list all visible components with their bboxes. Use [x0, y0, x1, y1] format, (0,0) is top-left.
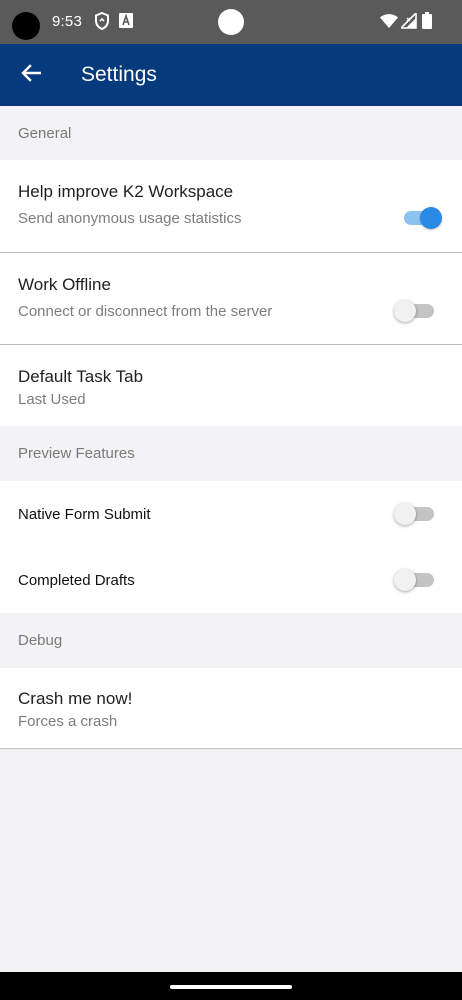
status-time: 9:53	[52, 13, 82, 30]
native-form-submit-toggle[interactable]	[394, 501, 436, 527]
battery-icon	[422, 12, 432, 34]
app-bar: Settings	[0, 44, 462, 106]
settings-list: General Help improve K2 Workspace Send a…	[0, 106, 462, 748]
camera-cutout	[12, 12, 40, 40]
usage-stats-toggle[interactable]	[404, 205, 442, 231]
wifi-icon	[380, 14, 398, 33]
section-header-preview: Preview Features	[0, 426, 462, 481]
setting-default-task-tab[interactable]: Default Task Tab Last Used	[0, 344, 462, 426]
signal-icon	[399, 11, 417, 34]
section-header-general: General	[0, 106, 462, 160]
setting-subtitle: Forces a crash	[18, 713, 118, 730]
page-title: Settings	[81, 63, 157, 86]
setting-title: Help improve K2 Workspace	[18, 182, 234, 201]
setting-title: Native Form Submit	[18, 506, 151, 523]
shield-icon	[94, 11, 110, 35]
setting-work-offline[interactable]: Work Offline Connect or disconnect from …	[0, 252, 462, 344]
setting-help-improve[interactable]: Help improve K2 Workspace Send anonymous…	[0, 160, 462, 252]
general-group: Help improve K2 Workspace Send anonymous…	[0, 160, 462, 426]
setting-value: Last Used	[18, 391, 86, 408]
navigation-bar	[0, 972, 462, 1000]
back-button[interactable]	[12, 56, 50, 94]
setting-native-form-submit[interactable]: Native Form Submit	[0, 481, 462, 547]
notification-dot	[218, 9, 244, 35]
completed-drafts-toggle[interactable]	[394, 567, 436, 593]
setting-subtitle: Send anonymous usage statistics	[18, 210, 242, 227]
setting-title: Crash me now!	[18, 689, 133, 708]
status-bar: 9:53	[0, 0, 462, 44]
debug-group: Crash me now! Forces a crash	[0, 668, 462, 748]
home-gesture-handle[interactable]	[170, 985, 292, 989]
setting-crash[interactable]: Crash me now! Forces a crash	[0, 668, 462, 748]
setting-title: Work Offline	[18, 275, 111, 294]
a-box-icon	[119, 13, 133, 33]
work-offline-toggle[interactable]	[394, 298, 436, 324]
preview-group: Native Form Submit Completed Drafts	[0, 481, 462, 613]
arrow-back-icon	[21, 63, 42, 87]
setting-title: Default Task Tab	[18, 367, 144, 386]
setting-subtitle: Connect or disconnect from the server	[18, 303, 273, 320]
setting-completed-drafts[interactable]: Completed Drafts	[0, 547, 462, 613]
setting-title: Completed Drafts	[18, 572, 135, 589]
section-header-debug: Debug	[0, 613, 462, 668]
